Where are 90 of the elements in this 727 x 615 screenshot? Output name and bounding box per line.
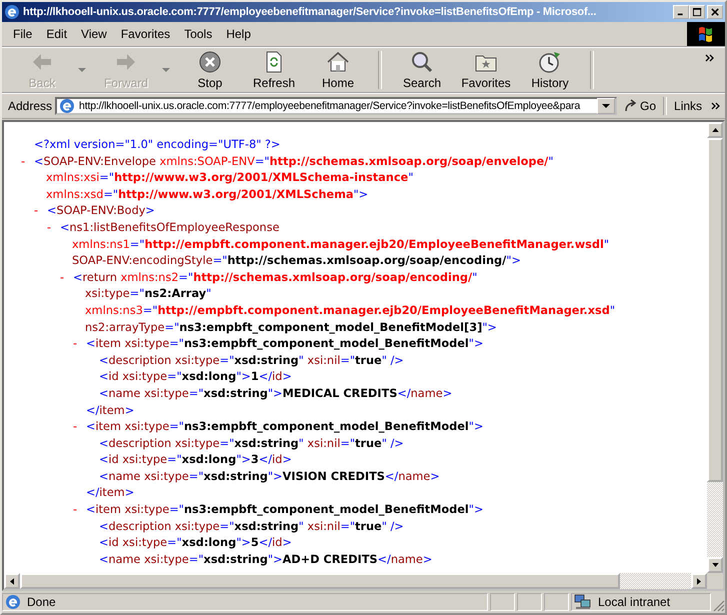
toolbar-button[interactable]: Refresh	[242, 48, 306, 92]
collapse-toggle[interactable]: -	[73, 337, 78, 350]
xml-line: <name xsi:type="xsd:string">MEDICAL CREDITS</name>	[99, 386, 452, 402]
down-arrow-icon	[712, 563, 718, 567]
menu-item[interactable]: File	[6, 27, 40, 41]
xml-line: SOAP-ENV:encodingStyle="http://schemas.xmlsoap.org/soap/encoding/">	[72, 253, 521, 270]
collapse-toggle[interactable]: -	[60, 270, 64, 284]
status-text: Done	[27, 595, 56, 609]
resize-grip-icon[interactable]	[713, 600, 725, 612]
menu-item[interactable]: Favorites	[114, 27, 178, 41]
go-button[interactable]: Go	[620, 99, 660, 113]
links-button[interactable]: Links	[670, 99, 706, 113]
xml-line: xmlns:ns3="http://empbft.component.manager.ejb20/EmployeeBenefitManager.xsd"	[85, 302, 616, 319]
toolbar-label: Home	[322, 76, 354, 90]
caret-icon	[602, 104, 610, 108]
status-pane	[544, 593, 569, 611]
scroll-down-button[interactable]	[707, 557, 723, 573]
scroll-left-button[interactable]	[4, 573, 20, 589]
up-arrow-icon	[712, 128, 718, 132]
windows-logo	[687, 22, 725, 46]
toolbar-button[interactable]: Search	[390, 48, 454, 92]
xml-line: <SOAP-ENV:Body>	[47, 203, 155, 220]
collapse-toggle[interactable]: -	[73, 503, 78, 516]
xml-line: <id xsi:type="xsd:long">5</id>	[99, 535, 292, 552]
xml-line: <item xsi:type="ns3:empbft_component_model_BenefitModel">	[86, 336, 484, 352]
xml-line: xmlns:ns1="http://empbft.component.manager.ejb20/EmployeeBenefitManager.wsdl"	[72, 236, 610, 253]
collapse-toggle[interactable]: -	[47, 220, 52, 234]
stop-icon	[198, 50, 222, 74]
address-field[interactable]: http://lkhooell-unix.us.oracle.com:7777/employeebenefitmanager/Service?invoke=listBenefitsOfEmployee&para	[55, 97, 618, 115]
toolbar-label: Favorites	[461, 76, 511, 90]
xml-line: <description xsi:type="xsd:string" xsi:nil="true" />	[99, 518, 404, 535]
xml-line: <item xsi:type="ns3:empbft_component_model_BenefitModel">	[86, 419, 484, 436]
left-arrow-icon	[10, 578, 14, 584]
scroll-right-button[interactable]	[691, 573, 707, 589]
zone-text: Local intranet	[598, 595, 670, 609]
browser-logo-icon	[4, 4, 20, 20]
curved-arrow-icon	[624, 99, 638, 113]
status-pane	[490, 593, 515, 611]
xml-line: xsi:type="ns2:Array"	[85, 286, 212, 302]
menu-item[interactable]: Edit	[39, 27, 74, 41]
xml-line: ns2:arrayType="ns3:empbft_component_model_BenefitModel[3]">	[85, 320, 497, 336]
page-icon	[59, 98, 76, 114]
xml-line: <item xsi:type="ns3:empbft_component_model_BenefitModel">	[86, 502, 484, 518]
search-icon	[410, 50, 434, 74]
status-pane	[517, 593, 542, 611]
menu-item[interactable]: View	[74, 27, 114, 41]
chevron-icon[interactable]	[711, 102, 721, 110]
xml-line: </item>	[86, 402, 134, 418]
close-icon	[710, 8, 720, 16]
xml-line: <id xsi:type="xsd:long">1</id>	[99, 369, 292, 386]
close-button[interactable]	[707, 5, 723, 19]
toolbar-label: Stop	[198, 76, 222, 90]
address-label: Address	[8, 99, 52, 113]
collapse-toggle[interactable]: -	[21, 154, 26, 168]
xml-line: <return xmlns:ns2="http://schemas.xmlsoap.org/soap/encoding/"	[73, 270, 478, 286]
xml-line: xmlns:xsi="http://www.w3.org/2001/XMLSchema-instance"	[46, 170, 414, 186]
toolbar-label: Search	[402, 76, 442, 90]
network-computers-icon	[574, 594, 592, 610]
window-title: http://lkhooell-unix.us.oracle.com:7777/employeebenefitmanager/Service?invoke=listBenefitsOfEmp - Microsof...	[23, 6, 598, 18]
chevron-icon[interactable]	[705, 54, 715, 62]
xml-line: <description xsi:type="xsd:string" xsi:nil="true" />	[99, 436, 404, 452]
collapse-toggle[interactable]: -	[34, 204, 38, 218]
xml-line: <ns1:listBenefitsOfEmployeeResponse	[60, 220, 280, 236]
xml-line: <name xsi:type="xsd:string">VISION CREDITS</name>	[99, 468, 440, 485]
toolbar-label: Refresh	[252, 76, 296, 90]
right-arrow-icon	[697, 578, 701, 584]
xml-line: <name xsi:type="xsd:string">AD+D CREDITS</name>	[99, 552, 432, 568]
toolbar-button[interactable]: Favorites	[454, 48, 518, 92]
scrollbar-thumb[interactable]	[20, 573, 620, 589]
xml-line: <description xsi:type="xsd:string" xsi:nil="true" />	[99, 352, 404, 369]
maximize-icon	[692, 8, 702, 16]
xml-line: </item>	[86, 485, 134, 502]
scroll-up-button[interactable]	[707, 122, 723, 138]
xml-line: <id xsi:type="xsd:long">3</id>	[99, 452, 292, 468]
xml-line: <SOAP-ENV:Envelope xmlns:SOAP-ENV="http://schemas.xmlsoap.org/soap/envelope/"	[34, 154, 554, 170]
toolbar-button[interactable]: Stop	[178, 48, 242, 92]
minimize-button[interactable]	[673, 5, 689, 19]
dropdown-button[interactable]	[597, 98, 616, 114]
collapse-toggle[interactable]: -	[73, 420, 78, 434]
toolbar-label: History	[531, 76, 569, 90]
menu-item[interactable]: Tools	[177, 27, 220, 41]
toolbar-button[interactable]: History	[518, 48, 582, 92]
home-icon	[326, 50, 350, 74]
toolbar-button[interactable]: Home	[306, 48, 370, 92]
scrollbar-thumb[interactable]	[707, 138, 723, 482]
menu-item[interactable]: Help	[219, 27, 258, 41]
xml-line: xmlns:xsd="http://www.w3.org/2001/XMLSchema">	[46, 186, 368, 203]
maximize-button[interactable]	[689, 5, 705, 19]
xml-line: <?xml version="1.0" encoding="UTF-8" ?>	[34, 137, 280, 153]
vertical-scrollbar[interactable]	[707, 122, 723, 573]
